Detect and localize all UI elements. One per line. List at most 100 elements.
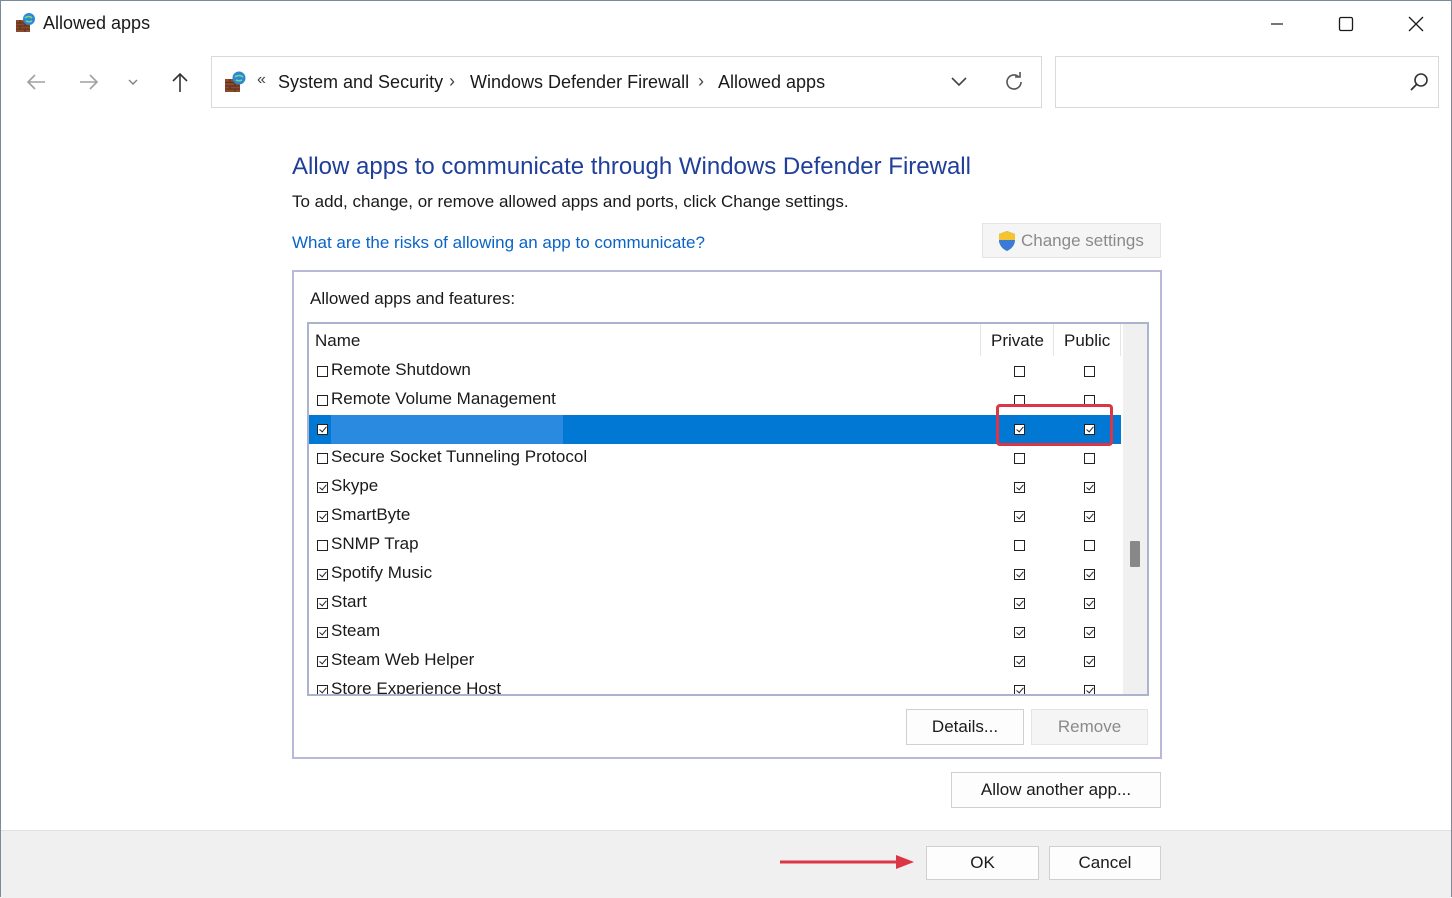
private-checkbox[interactable]	[1014, 598, 1025, 609]
public-checkbox[interactable]	[1084, 569, 1095, 580]
public-checkbox[interactable]	[1084, 366, 1095, 377]
enable-checkbox[interactable]	[317, 685, 328, 694]
page-heading: Allow apps to communicate through Window…	[292, 153, 971, 180]
public-checkbox[interactable]	[1084, 656, 1095, 667]
public-checkbox[interactable]	[1084, 453, 1095, 464]
private-checkbox[interactable]	[1014, 366, 1025, 377]
address-overflow[interactable]: «	[257, 71, 266, 89]
public-checkbox[interactable]	[1084, 511, 1095, 522]
list-item[interactable]: Secure Socket Tunneling Protocol	[309, 444, 1121, 473]
enable-checkbox[interactable]	[317, 598, 328, 609]
public-checkbox[interactable]	[1084, 482, 1095, 493]
enable-checkbox[interactable]	[317, 627, 328, 638]
dialog-footer	[1, 830, 1451, 898]
arrow-right-icon	[80, 74, 99, 90]
arrow-up-icon	[172, 72, 188, 92]
details-button[interactable]: Details...	[906, 709, 1024, 745]
public-checkbox[interactable]	[1084, 598, 1095, 609]
app-name: Store Experience Host	[331, 679, 502, 696]
column-divider	[1053, 324, 1054, 356]
chevron-down-icon[interactable]	[947, 69, 971, 93]
list-item[interactable]: Store Experience Host	[309, 676, 1121, 696]
list-item[interactable]: Skype	[309, 473, 1121, 502]
search-icon[interactable]	[1408, 71, 1430, 93]
enable-checkbox[interactable]	[317, 540, 328, 551]
column-divider	[980, 324, 981, 356]
maximize-button[interactable]	[1311, 1, 1381, 47]
breadcrumb-windows-defender-firewall[interactable]: Windows Defender Firewall	[470, 72, 689, 93]
recent-locations-button[interactable]	[116, 64, 150, 100]
list-item[interactable]: SNMP Trap	[309, 531, 1121, 560]
app-name: Spotify Music	[331, 563, 433, 582]
private-checkbox[interactable]	[1014, 540, 1025, 551]
group-label: Allowed apps and features:	[310, 289, 516, 308]
column-divider	[1120, 324, 1121, 356]
public-checkbox[interactable]	[1084, 540, 1095, 551]
breadcrumb-allowed-apps[interactable]: Allowed apps	[718, 72, 825, 93]
search-box[interactable]	[1055, 56, 1439, 108]
public-checkbox[interactable]	[1084, 627, 1095, 638]
search-input[interactable]	[1064, 67, 1398, 99]
refresh-icon[interactable]	[1001, 69, 1027, 95]
address-bar[interactable]: « System and Security › Windows Defender…	[211, 56, 1042, 108]
app-name: Secure Socket Tunneling Protocol	[331, 447, 588, 466]
private-checkbox[interactable]	[1014, 511, 1025, 522]
breadcrumb-separator[interactable]: ›	[698, 71, 704, 92]
firewall-app-icon	[16, 13, 35, 32]
enable-checkbox[interactable]	[317, 366, 328, 377]
column-header-private[interactable]: Private	[991, 331, 1044, 351]
allow-another-app-button[interactable]: Allow another app...	[951, 772, 1161, 808]
list-item[interactable]: Spotify Music	[309, 560, 1121, 589]
enable-checkbox[interactable]	[317, 656, 328, 667]
forward-button[interactable]	[71, 64, 107, 100]
ok-button[interactable]: OK	[926, 846, 1039, 880]
column-header-name[interactable]: Name	[315, 331, 360, 351]
private-checkbox[interactable]	[1014, 482, 1025, 493]
enable-checkbox[interactable]	[317, 453, 328, 464]
column-header-public[interactable]: Public	[1064, 331, 1110, 351]
list-item[interactable]: Remote Shutdown	[309, 357, 1121, 386]
breadcrumb-system-and-security[interactable]: System and Security	[278, 72, 443, 93]
list-header: Name Private Public	[309, 324, 1121, 356]
risks-link[interactable]: What are the risks of allowing an app to…	[292, 233, 705, 253]
enable-checkbox[interactable]	[317, 395, 328, 406]
private-checkbox[interactable]	[1014, 685, 1025, 694]
allowed-apps-window: Allowed apps « System and Security › Win…	[0, 0, 1452, 898]
private-checkbox[interactable]	[1014, 656, 1025, 667]
control-panel-icon	[225, 71, 246, 92]
private-checkbox[interactable]	[1014, 569, 1025, 580]
back-button[interactable]	[18, 64, 54, 100]
list-item[interactable]: Steam Web Helper	[309, 647, 1121, 676]
app-name: SNMP Trap	[331, 534, 419, 553]
enable-checkbox[interactable]	[317, 424, 328, 435]
uac-shield-icon	[999, 230, 1015, 251]
close-button[interactable]	[1381, 1, 1451, 47]
enable-checkbox[interactable]	[317, 511, 328, 522]
window-title: Allowed apps	[43, 13, 151, 33]
cancel-button[interactable]: Cancel	[1049, 846, 1161, 880]
app-name: Start	[331, 592, 367, 611]
allowed-apps-list[interactable]: Name Private Public Remote Shutdown Remot…	[307, 322, 1149, 696]
pointer-arrow-annotation	[780, 855, 914, 869]
public-checkbox[interactable]	[1084, 685, 1095, 694]
selection-shade	[331, 415, 563, 444]
app-name: Skype	[331, 476, 379, 495]
breadcrumb-separator[interactable]: ›	[449, 71, 455, 92]
private-checkbox[interactable]	[1014, 627, 1025, 638]
change-settings-button[interactable]: Change settings	[982, 223, 1161, 258]
scrollbar-thumb[interactable]	[1130, 541, 1140, 567]
list-item[interactable]: SmartByte	[309, 502, 1121, 531]
private-checkbox[interactable]	[1014, 453, 1025, 464]
enable-checkbox[interactable]	[317, 569, 328, 580]
enable-checkbox[interactable]	[317, 482, 328, 493]
list-item[interactable]: Start	[309, 589, 1121, 618]
list-item[interactable]: Steam	[309, 618, 1121, 647]
minimize-button[interactable]	[1242, 1, 1312, 47]
highlight-annotation-box	[996, 404, 1113, 446]
change-settings-label: Change settings	[1021, 230, 1144, 250]
up-button[interactable]	[162, 64, 198, 100]
list-scrollbar[interactable]	[1123, 324, 1147, 694]
remove-button[interactable]: Remove	[1031, 709, 1148, 745]
page-instructions: To add, change, or remove allowed apps a…	[292, 192, 849, 211]
chevron-down-icon	[128, 79, 138, 85]
